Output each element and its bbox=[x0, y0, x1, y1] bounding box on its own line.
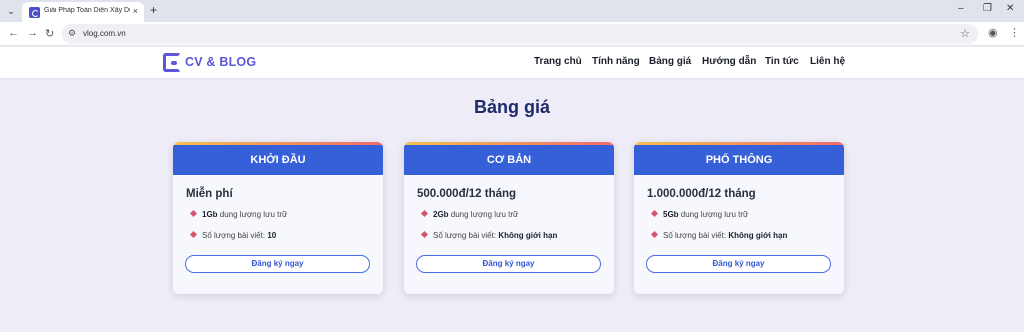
plan-name: CƠ BẢN bbox=[404, 145, 614, 175]
tab-close-icon[interactable]: × bbox=[133, 6, 138, 16]
page-title: Bảng giá bbox=[473, 97, 550, 117]
bullet-diamond-icon bbox=[420, 209, 429, 218]
bullet-diamond-icon bbox=[420, 230, 429, 239]
plan-feature-posts: Số lượng bài viết: Không giới hạn bbox=[420, 230, 557, 240]
tab-search-icon[interactable]: ⌄ bbox=[4, 4, 18, 18]
nav-tin-tuc[interactable]: Tin tức bbox=[765, 56, 799, 67]
nav-lien-he[interactable]: Liên hệ bbox=[810, 56, 845, 67]
plan-feature-posts: Số lượng bài viết: Không giới hạn bbox=[650, 230, 787, 240]
register-button[interactable]: Đăng ký ngay bbox=[185, 255, 370, 273]
plan-card-co-ban: CƠ BẢN 500.000đ/12 tháng 2Gb dung lượng … bbox=[404, 142, 614, 294]
address-bar[interactable]: ⚙ vlog.com.vn ☆ bbox=[62, 24, 978, 44]
site-settings-icon[interactable]: ⚙ bbox=[68, 28, 76, 39]
bookmark-star-icon[interactable]: ☆ bbox=[960, 27, 970, 40]
nav-trang-chu[interactable]: Trang chủ bbox=[534, 56, 582, 67]
plan-card-khoi-dau: KHỞI ĐẦU Miễn phí 1Gb dung lượng lưu trữ… bbox=[173, 142, 383, 294]
browser-menu-icon[interactable]: ⋮ bbox=[1009, 26, 1020, 39]
profile-icon[interactable]: ◉ bbox=[988, 26, 998, 39]
bullet-diamond-icon bbox=[650, 230, 659, 239]
logo-text: CV & BLOG bbox=[185, 55, 257, 69]
plan-price: Miễn phí bbox=[186, 188, 233, 200]
plan-price: 500.000đ/12 tháng bbox=[417, 188, 517, 200]
close-window-icon[interactable]: ✕ bbox=[1006, 3, 1014, 14]
nav-tinh-nang[interactable]: Tính năng bbox=[592, 56, 640, 67]
new-tab-button[interactable]: + bbox=[150, 3, 157, 17]
plan-feature-storage: 5Gb dung lượng lưu trữ bbox=[650, 209, 748, 219]
browser-tab[interactable]: Giải Pháp Toàn Diện Xây Dựng × bbox=[22, 2, 144, 22]
plan-name: KHỞI ĐẦU bbox=[173, 145, 383, 175]
plan-feature-posts: Số lượng bài viết: 10 bbox=[189, 230, 276, 240]
plan-feature-storage: 1Gb dung lượng lưu trữ bbox=[189, 209, 287, 219]
browser-tabstrip: ⌄ Giải Pháp Toàn Diện Xây Dựng × + – ❐ ✕ bbox=[0, 0, 1024, 22]
nav-bang-gia[interactable]: Bảng giá bbox=[649, 56, 691, 67]
site-favicon-icon bbox=[29, 7, 40, 18]
restore-icon[interactable]: ❐ bbox=[983, 3, 992, 14]
plan-feature-storage: 2Gb dung lượng lưu trữ bbox=[420, 209, 518, 219]
bullet-diamond-icon bbox=[189, 230, 198, 239]
reload-icon[interactable]: ↻ bbox=[45, 27, 54, 40]
register-button[interactable]: Đăng ký ngay bbox=[646, 255, 831, 273]
minimize-icon[interactable]: – bbox=[958, 3, 964, 14]
plan-price: 1.000.000đ/12 tháng bbox=[647, 188, 756, 200]
bullet-diamond-icon bbox=[189, 209, 198, 218]
back-icon[interactable]: ← bbox=[8, 27, 19, 39]
browser-toolbar: ← → ↻ ⚙ vlog.com.vn ☆ ◉ ⋮ bbox=[0, 22, 1024, 46]
url-text[interactable]: vlog.com.vn bbox=[83, 29, 126, 38]
nav-huong-dan[interactable]: Hướng dẫn bbox=[702, 56, 756, 67]
logo-mark-icon bbox=[163, 53, 181, 72]
tab-title: Giải Pháp Toàn Diện Xây Dựng bbox=[44, 7, 130, 14]
site-header: CV & BLOG Trang chủ Tính năng Bảng giá H… bbox=[0, 47, 1024, 78]
plan-name: PHỔ THÔNG bbox=[634, 145, 844, 175]
plan-card-pho-thong: PHỔ THÔNG 1.000.000đ/12 tháng 5Gb dung l… bbox=[634, 142, 844, 294]
register-button[interactable]: Đăng ký ngay bbox=[416, 255, 601, 273]
forward-icon[interactable]: → bbox=[27, 27, 38, 39]
bullet-diamond-icon bbox=[650, 209, 659, 218]
